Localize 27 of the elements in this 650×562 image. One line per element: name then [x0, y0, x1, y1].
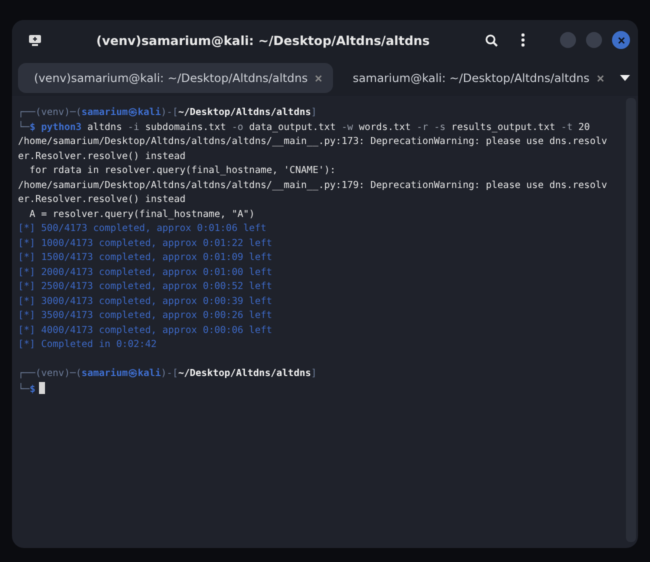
terminal-line: [*] 3000/4173 completed, approx 0:00:39 left	[18, 294, 274, 308]
terminal-line: er.Resolver.resolve() instead	[18, 193, 187, 207]
terminal-tab[interactable]: samarium@kali: ~/Desktop/Altdns/altdns	[336, 63, 615, 93]
close-tab-icon[interactable]	[314, 74, 323, 82]
terminal-line: [*] 2000/4173 completed, approx 0:01:00 left	[18, 266, 274, 280]
terminal-line: er.Resolver.resolve() instead	[18, 150, 187, 164]
terminal-tab[interactable]: (venv)samarium@kali: ~/Desktop/Altdns/altdns	[18, 63, 333, 93]
close-button[interactable]	[612, 31, 630, 49]
close-icon	[616, 36, 626, 44]
terminal-line: [*] Completed in 0:02:42	[18, 338, 158, 352]
terminal-line: /home/samarium/Desktop/Altdns/altdns/altdns/__main__.py:173: DeprecationWarning: please use dns.resolv	[18, 135, 608, 149]
terminal-line: [*] 1000/4173 completed, approx 0:01:22 left	[18, 236, 274, 250]
terminal-line: ┌──(venv)─(samarium㉿kali)-[~/Desktop/Altdns/altdns]	[18, 106, 318, 120]
terminal-line: [*] 2500/4173 completed, approx 0:00:52 left	[18, 280, 274, 294]
close-tab-icon[interactable]	[596, 74, 605, 82]
terminal-line: [*] 1500/4173 completed, approx 0:01:09 left	[18, 251, 274, 265]
terminal-line: [*] 4000/4173 completed, approx 0:00:06 left	[18, 324, 274, 338]
window-title: (venv)samarium@kali: ~/Desktop/Altdns/altdns	[95, 32, 431, 48]
terminal-line: A = resolver.query(final_hostname, "A")	[28, 208, 256, 222]
terminal-line: for rdata in resolver.query(final_hostname, 'CNAME'):	[28, 164, 337, 178]
terminal-line: [*] 3500/4173 completed, approx 0:00:26 left	[18, 309, 274, 323]
terminal-line: [*] 500/4173 completed, approx 0:01:06 left	[18, 222, 268, 236]
terminal-line: └─$	[18, 382, 622, 396]
terminal-line: ┌──(venv)─(samarium㉿kali)-[~/Desktop/Altdns/altdns]	[18, 367, 318, 381]
scrollbar[interactable]	[626, 98, 636, 542]
terminal-line: └─$ python3 altdns -i subdomains.txt -o data_output.txt -w words.txt -r -s results_output.txt -t 20	[18, 120, 591, 134]
terminal-line: /home/samarium/Desktop/Altdns/altdns/altdns/__main__.py:179: DeprecationWarning: please use dns.resolv	[18, 178, 608, 192]
